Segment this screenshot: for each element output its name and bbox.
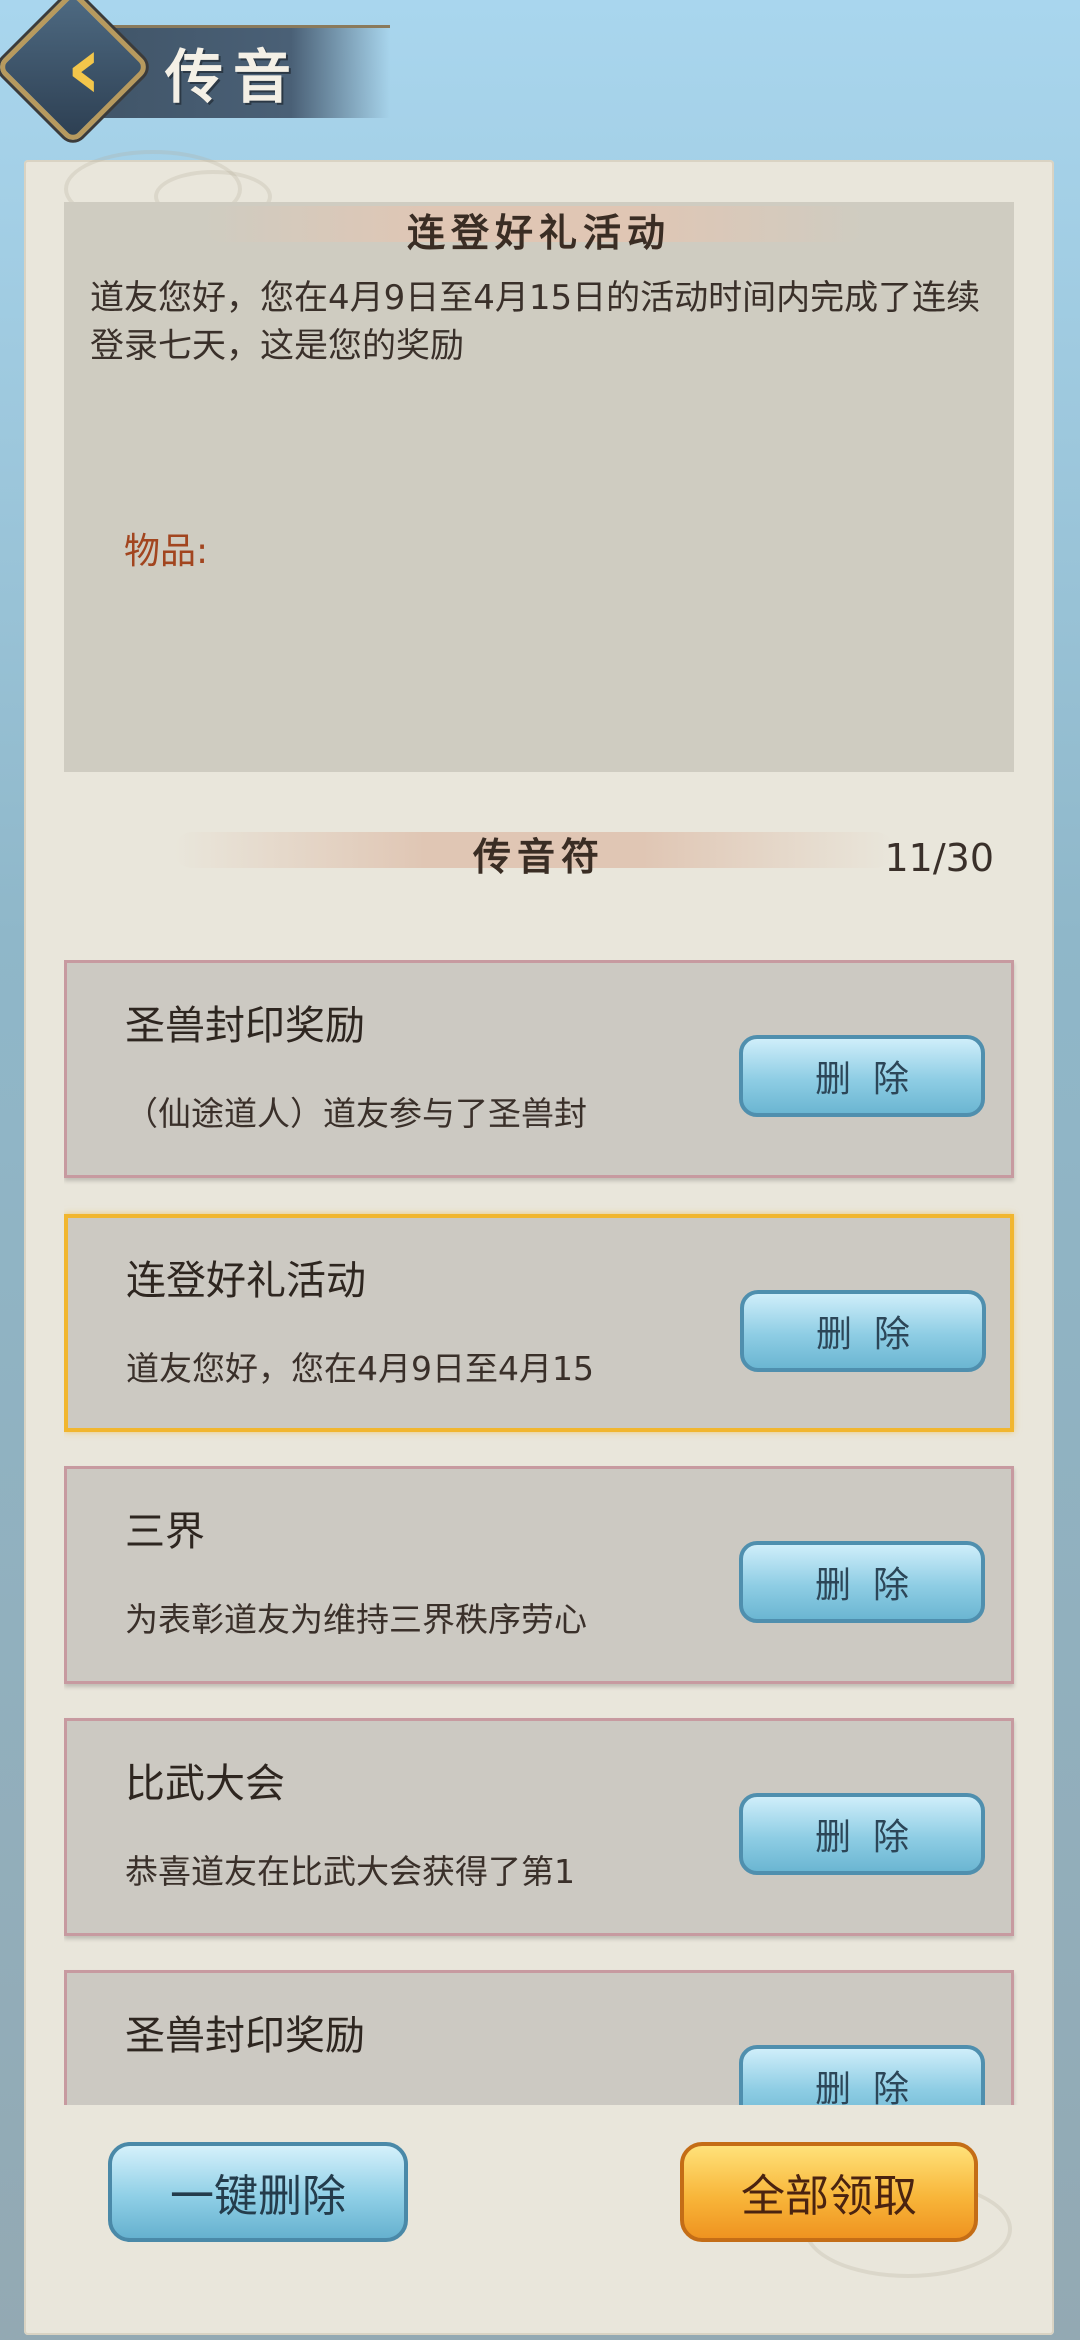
mail-item[interactable]: 圣兽封印奖励 删除	[64, 1970, 1014, 2105]
mail-panel: 连登好礼活动 道友您好，您在4月9日至4月15日的活动时间内完成了连续登录七天，…	[24, 150, 1054, 2335]
message-title: 连登好礼活动	[406, 210, 671, 255]
mail-item-title: 圣兽封印奖励	[125, 2013, 365, 2059]
header: ‹ 传音	[0, 0, 1080, 150]
mail-item-title: 圣兽封印奖励	[125, 1003, 365, 1049]
delete-button[interactable]: 删除	[739, 2045, 985, 2105]
mail-item[interactable]: 连登好礼活动 道友您好，您在4月9日至4月15 删除	[64, 1214, 1014, 1432]
message-body: 道友您好，您在4月9日至4月15日的活动时间内完成了连续登录七天，这是您的奖励	[90, 278, 981, 366]
mail-item[interactable]: 比武大会 恭喜道友在比武大会获得了第1 删除	[64, 1718, 1014, 1936]
mail-count: 11/30	[884, 836, 994, 880]
delete-button[interactable]: 删除	[740, 1290, 986, 1372]
mail-item-title: 比武大会	[125, 1761, 285, 1807]
mail-item-preview: 为表彰道友为维持三界秩序劳心	[125, 1600, 587, 1639]
mail-item[interactable]: 圣兽封印奖励 （仙途道人）道友参与了圣兽封 删除	[64, 960, 1014, 1178]
mail-item-title: 连登好礼活动	[126, 1258, 366, 1304]
mail-item[interactable]: 三界 为表彰道友为维持三界秩序劳心 删除	[64, 1466, 1014, 1684]
chevron-left-icon[interactable]: ‹	[44, 18, 124, 118]
delete-button[interactable]: 删除	[739, 1541, 985, 1623]
page-title: 传音	[165, 43, 302, 111]
delete-all-button[interactable]: 一键删除	[108, 2142, 408, 2242]
delete-button[interactable]: 删除	[739, 1035, 985, 1117]
message-detail: 连登好礼活动 道友您好，您在4月9日至4月15日的活动时间内完成了连续登录七天，…	[64, 202, 1014, 772]
claim-all-button[interactable]: 全部领取	[680, 2142, 978, 2242]
items-label: 物品:	[124, 531, 209, 572]
mail-item-preview: （仙途道人）道友参与了圣兽封	[125, 1094, 587, 1133]
delete-button[interactable]: 删除	[739, 1793, 985, 1875]
mail-item-preview: 恭喜道友在比武大会获得了第1	[125, 1852, 575, 1891]
mail-list[interactable]: 圣兽封印奖励 （仙途道人）道友参与了圣兽封 删除 连登好礼活动 道友您好，您在4…	[64, 960, 1024, 2105]
mail-item-preview: 道友您好，您在4月9日至4月15	[126, 1349, 594, 1388]
mail-item-title: 三界	[125, 1509, 205, 1555]
